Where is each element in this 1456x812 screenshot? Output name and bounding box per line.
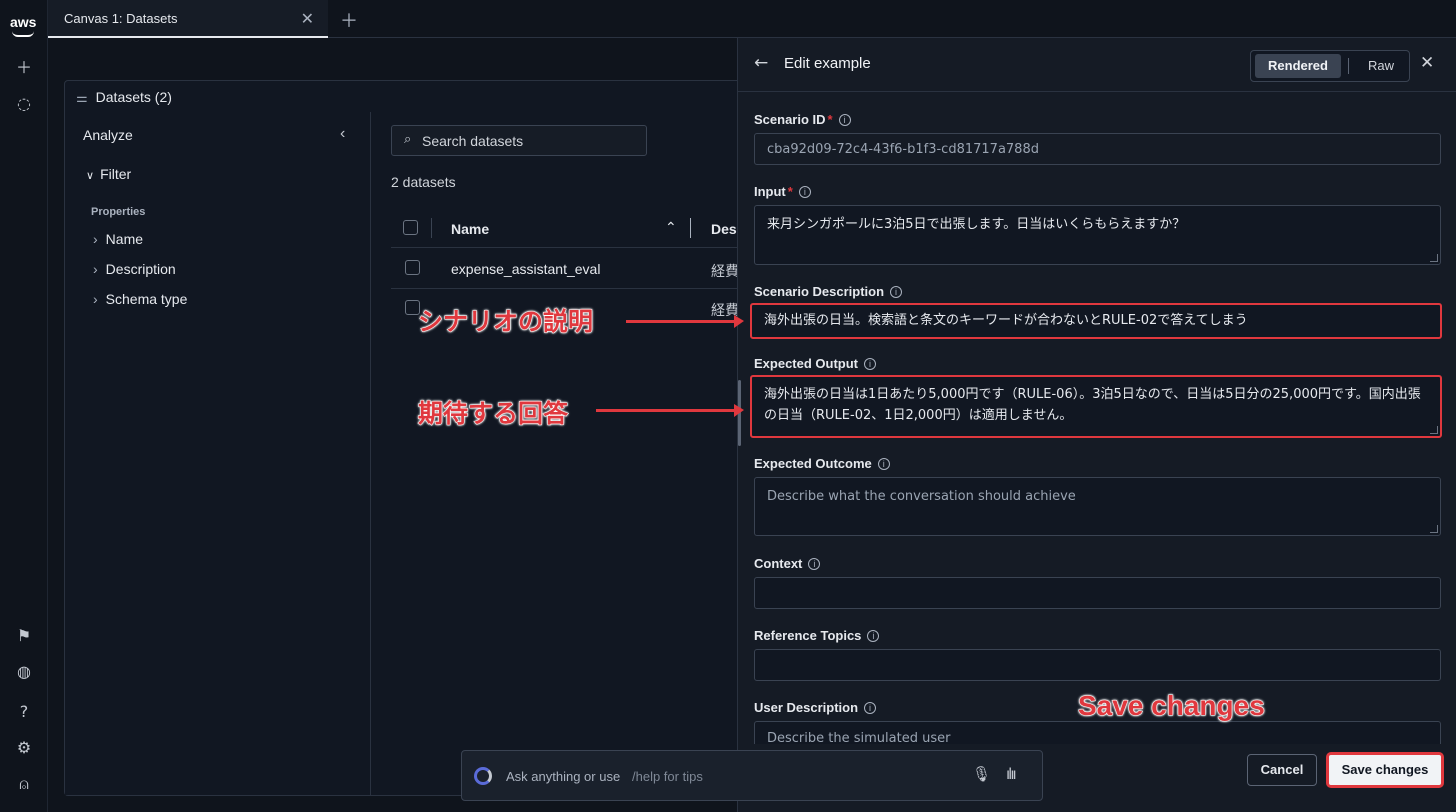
- info-icon[interactable]: i: [864, 358, 877, 370]
- chevron-right-icon: ›: [93, 291, 98, 307]
- chat-icon[interactable]: ◌: [14, 94, 34, 114]
- ask-placeholder: Ask anything or use: [506, 769, 621, 784]
- chevron-right-icon: ›: [93, 231, 98, 247]
- search-placeholder: Search datasets: [422, 133, 524, 149]
- dataset-description: 経費: [711, 263, 739, 279]
- info-icon[interactable]: i: [877, 458, 890, 470]
- add-tab-icon[interactable]: ＋: [340, 7, 358, 33]
- column-divider: [690, 218, 691, 238]
- ask-input[interactable]: Ask anything or use /help for tips 🎙 ılı…: [461, 750, 1043, 801]
- assistant-logo-icon: [474, 767, 492, 785]
- resize-handle[interactable]: [1430, 525, 1438, 533]
- aws-logo-smile: [12, 31, 34, 37]
- close-icon[interactable]: ✕: [301, 9, 314, 28]
- sort-asc-icon[interactable]: ⌃: [665, 219, 677, 236]
- dataset-count: 2 datasets: [391, 174, 456, 190]
- reference-topics-label: Reference Topics i: [754, 628, 880, 643]
- expected-outcome-field[interactable]: Describe what the conversation should ac…: [754, 477, 1441, 536]
- property-description[interactable]: › Description: [93, 261, 176, 277]
- context-label: Context i: [754, 556, 821, 571]
- annotation-save-changes: Save changes: [1078, 690, 1266, 722]
- column-header-name[interactable]: Name: [451, 221, 489, 237]
- help-icon[interactable]: ?: [14, 702, 34, 722]
- row-divider: [391, 247, 737, 248]
- scenario-description-field[interactable]: 海外出張の日当。検索語と条文のキーワードが合わないとRULE-02で答えてしまう: [750, 303, 1442, 339]
- resize-handle[interactable]: [1430, 254, 1438, 262]
- chevron-right-icon: ›: [93, 261, 98, 277]
- view-mode-rendered[interactable]: Rendered: [1255, 54, 1341, 78]
- close-icon[interactable]: ✕: [1420, 53, 1434, 73]
- scenario-description-label: Scenario Description i: [754, 284, 903, 299]
- expected-output-value: 海外出張の日当は1日あたり5,000円です（RULE-06）。3泊5日なので、日…: [764, 387, 1421, 423]
- planet-icon[interactable]: ◍: [14, 662, 34, 682]
- ask-hint: /help for tips: [632, 769, 703, 784]
- annotation-arrow: [596, 404, 744, 417]
- tab-bar: Canvas 1: Datasets ✕ ＋: [48, 0, 1456, 38]
- context-field[interactable]: [754, 577, 1441, 609]
- collapse-icon[interactable]: ‹: [340, 125, 345, 143]
- left-rail: aws ＋ ◌ ⚑ ◍ ? ⚙ ⍝: [0, 0, 48, 812]
- drawer-title: Edit example: [784, 55, 871, 72]
- info-icon[interactable]: i: [808, 558, 821, 570]
- view-mode-raw[interactable]: Raw: [1357, 54, 1405, 78]
- row-checkbox[interactable]: [405, 260, 420, 275]
- search-input[interactable]: ⌕ Search datasets: [391, 125, 647, 156]
- plus-icon[interactable]: ＋: [14, 58, 34, 78]
- expected-outcome-placeholder: Describe what the conversation should ac…: [767, 489, 1076, 504]
- info-icon[interactable]: i: [864, 702, 877, 714]
- annotation-scenario-description: シナリオの説明: [417, 307, 594, 337]
- expected-output-field[interactable]: 海外出張の日当は1日あたり5,000円です（RULE-06）。3泊5日なので、日…: [750, 375, 1442, 438]
- search-icon: ⌕: [404, 132, 412, 147]
- reference-topics-field[interactable]: [754, 649, 1441, 681]
- info-icon[interactable]: i: [890, 286, 903, 298]
- aws-logo[interactable]: aws: [10, 14, 38, 30]
- user-description-field[interactable]: Describe the simulated user: [754, 721, 1441, 744]
- info-icon[interactable]: i: [867, 630, 880, 642]
- select-all-checkbox[interactable]: [403, 220, 418, 235]
- back-arrow-icon[interactable]: ←: [754, 53, 768, 73]
- expected-output-label: Expected Output i: [754, 356, 877, 371]
- microphone-icon[interactable]: 🎙: [972, 765, 991, 783]
- filter-toggle[interactable]: ∨ Filter: [86, 166, 131, 182]
- drawer-header: ← Edit example Rendered Raw ✕: [738, 38, 1456, 92]
- info-icon[interactable]: i: [798, 186, 811, 198]
- input-value: 来月シンガポールに3泊5日で出張します。日当はいくらもらえますか？: [767, 217, 1186, 232]
- save-changes-button[interactable]: Save changes: [1326, 752, 1444, 788]
- expected-outcome-label: Expected Outcome i: [754, 456, 890, 471]
- waveform-icon[interactable]: ılıı: [1006, 765, 1017, 783]
- chevron-down-icon: ∨: [86, 170, 95, 182]
- row-divider: [391, 288, 737, 289]
- megaphone-icon[interactable]: ⚑: [14, 626, 34, 646]
- info-icon[interactable]: i: [838, 114, 851, 126]
- analyze-heading: Analyze: [83, 127, 133, 143]
- settings-icon[interactable]: ⚙: [14, 738, 34, 758]
- user-icon[interactable]: ⍝: [14, 774, 34, 794]
- tab-label: Canvas 1: Datasets: [64, 11, 178, 26]
- dataset-name[interactable]: expense_assistant_eval: [451, 261, 600, 277]
- property-schema-type[interactable]: › Schema type: [93, 291, 187, 307]
- segment-divider: [1348, 58, 1349, 74]
- scenario-id-label: Scenario ID * i: [754, 112, 851, 127]
- user-description-label: User Description i: [754, 700, 877, 715]
- tab-canvas-datasets[interactable]: Canvas 1: Datasets ✕: [48, 0, 328, 38]
- input-label: Input * i: [754, 184, 811, 199]
- sliders-icon: ⚌: [76, 90, 88, 105]
- column-divider: [431, 218, 432, 238]
- property-name[interactable]: › Name: [93, 231, 143, 247]
- input-field[interactable]: 来月シンガポールに3泊5日で出張します。日当はいくらもらえますか？: [754, 205, 1441, 265]
- annotation-expected-output: 期待する回答: [417, 399, 569, 429]
- annotation-arrow: [626, 315, 744, 328]
- scenario-id-field[interactable]: cba92d09-72c4-43f6-b1f3-cd81717a788d: [754, 133, 1441, 165]
- view-mode-toggle: Rendered Raw: [1250, 50, 1410, 82]
- datasets-panel-title: ⚌ Datasets (2): [76, 89, 172, 105]
- resize-handle[interactable]: [1430, 426, 1438, 434]
- cancel-button[interactable]: Cancel: [1247, 754, 1317, 786]
- properties-label: Properties: [91, 206, 146, 218]
